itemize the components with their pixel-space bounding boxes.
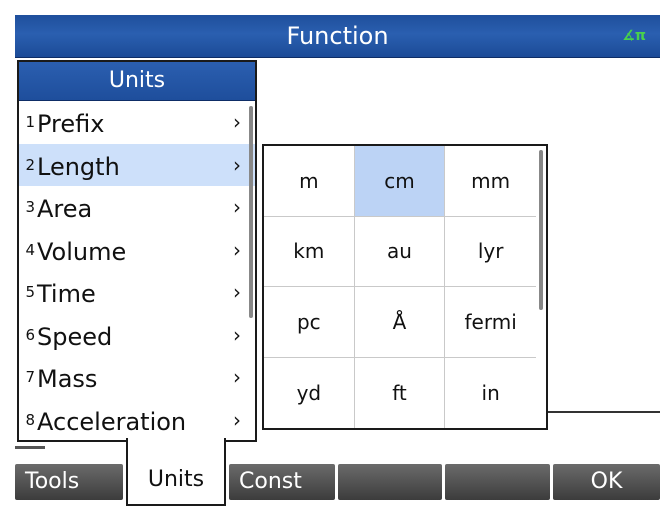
menu-item-number: 3 — [25, 198, 35, 216]
chevron-right-icon: › — [233, 152, 241, 177]
unit-cell-cm[interactable]: cm — [354, 146, 446, 217]
unit-cell-m[interactable]: m — [264, 146, 355, 217]
menu-item-speed[interactable]: 6Speed › — [19, 314, 255, 357]
menu-scrollbar[interactable] — [249, 106, 253, 318]
softkey-bar: Tools Units Const OK — [15, 438, 660, 506]
menu-item-number: 4 — [25, 240, 35, 259]
chevron-right-icon: › — [233, 407, 241, 432]
chevron-right-icon: › — [233, 365, 241, 389]
chevron-right-icon: › — [233, 322, 241, 347]
menu-item-label: Time — [37, 280, 96, 308]
menu-item-label: Speed — [37, 322, 113, 351]
menu-item-number: 8 — [25, 410, 35, 429]
menu-item-length[interactable]: 2Length › — [19, 143, 255, 186]
screen-border — [0, 0, 15, 506]
title-bar: Function ∡π — [15, 15, 660, 58]
unit-cell-lyr[interactable]: lyr — [445, 217, 536, 287]
grid-scrollbar[interactable] — [539, 150, 543, 310]
menu-item-acceleration[interactable]: 8Acceleration › — [19, 399, 255, 442]
unit-cell-in[interactable]: in — [445, 358, 536, 429]
unit-cell-km[interactable]: km — [264, 216, 355, 287]
menu-item-number: 7 — [25, 368, 35, 386]
softkey-empty-1[interactable] — [338, 464, 442, 500]
menu-item-number: 1 — [25, 113, 35, 131]
menu-item-label: Volume — [37, 237, 127, 266]
chevron-right-icon: › — [233, 195, 241, 219]
command-line-fragment — [15, 446, 45, 449]
menu-item-number: 2 — [25, 155, 35, 174]
unit-cell-yd[interactable]: yd — [264, 357, 355, 428]
menu-item-mass[interactable]: 7Mass › — [19, 356, 255, 399]
softkey-const[interactable]: Const — [229, 464, 335, 500]
unit-cell-mm[interactable]: mm — [445, 146, 536, 217]
menu-item-number: 6 — [25, 325, 35, 344]
menu-item-prefix[interactable]: 1Prefix › — [19, 101, 255, 144]
menu-item-time[interactable]: 5Time › — [19, 271, 255, 314]
menu-item-number: 5 — [25, 283, 35, 301]
app-title: Function — [286, 22, 389, 50]
unit-cell-ft[interactable]: ft — [355, 357, 446, 428]
command-line-rule — [540, 411, 660, 413]
softkey-units[interactable]: Units — [126, 438, 226, 506]
menu-item-label: Mass — [37, 365, 98, 393]
unit-cell-fermi[interactable]: fermi — [445, 287, 536, 358]
chevron-right-icon: › — [233, 237, 241, 262]
menu-item-label: Acceleration — [37, 407, 187, 436]
length-units-grid: m cm mm km au lyr pc Å fermi yd ft in — [262, 144, 548, 430]
unit-cell-au[interactable]: au — [354, 216, 446, 287]
chevron-right-icon: › — [233, 280, 241, 304]
softkey-empty-2[interactable] — [445, 464, 550, 500]
menu-item-label: Length — [37, 152, 120, 181]
units-menu: Units 1Prefix › 2Length › 3Area › 4Volum… — [17, 60, 257, 442]
menu-item-label: Area — [37, 195, 93, 223]
chevron-right-icon: › — [233, 110, 241, 134]
softkey-ok[interactable]: OK — [553, 464, 660, 500]
unit-cell-pc[interactable]: pc — [264, 287, 355, 358]
calculator-screen: Function ∡π Units 1Prefix › 2Length › 3A… — [0, 0, 660, 506]
softkey-tools[interactable]: Tools — [15, 464, 123, 500]
menu-item-label: Prefix — [37, 110, 105, 138]
menu-item-area[interactable]: 3Area › — [19, 186, 255, 229]
menu-item-volume[interactable]: 4Volume › — [19, 229, 255, 272]
angle-mode-icon: ∡π — [622, 28, 646, 44]
units-menu-title: Units — [19, 62, 255, 101]
unit-cell-angstrom[interactable]: Å — [354, 287, 446, 358]
